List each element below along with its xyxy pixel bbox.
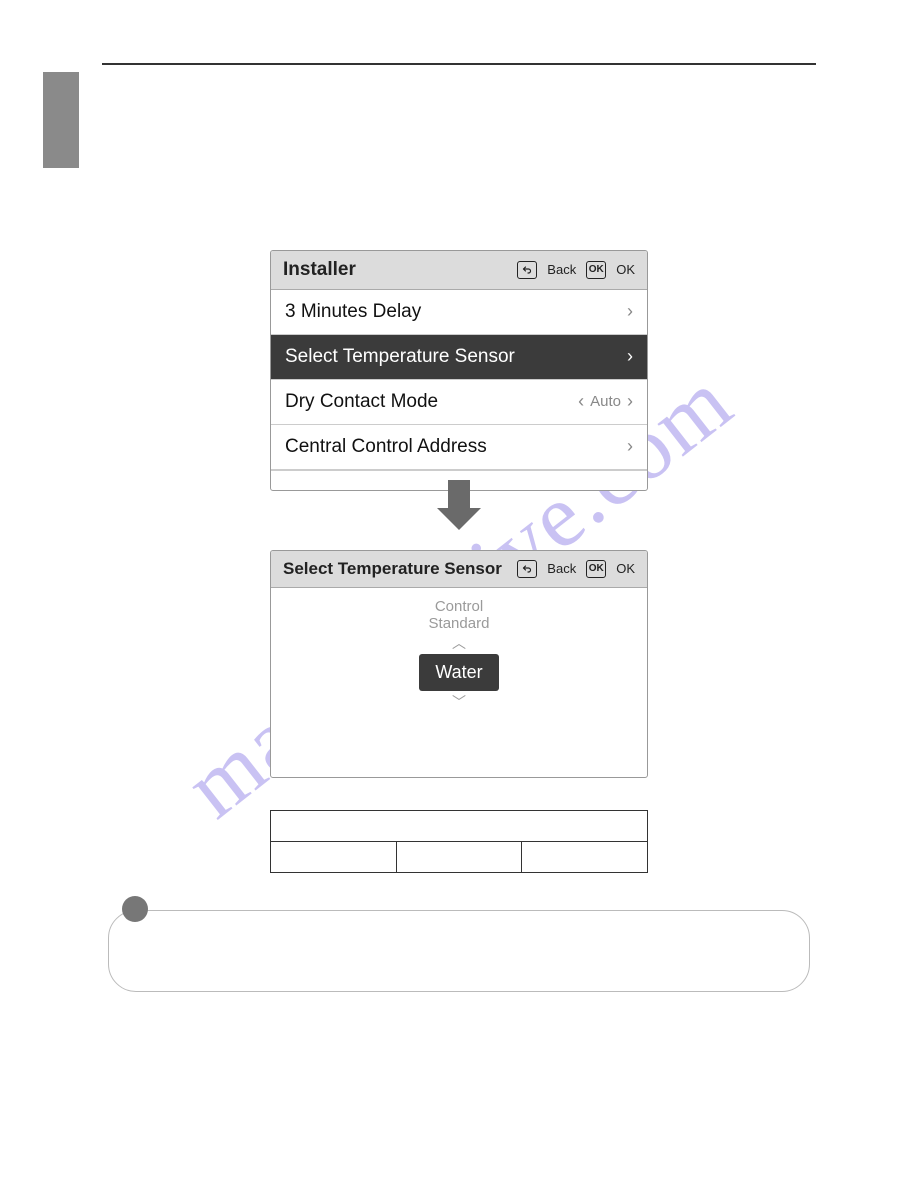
chevron-right-icon: › [627, 301, 633, 322]
menu-item-label: 3 Minutes Delay [285, 301, 421, 323]
ok-key-icon[interactable]: OK [586, 560, 606, 578]
note-bullet-icon [122, 896, 148, 922]
back-label: Back [547, 561, 576, 576]
caret-up-icon[interactable]: ︿ [452, 636, 466, 650]
menu-item-central-control-address[interactable]: Central Control Address › [271, 425, 647, 470]
note-callout [108, 910, 810, 992]
control-standard-line1: Control [435, 598, 483, 615]
table-cell [271, 842, 397, 872]
back-key-icon[interactable] [517, 560, 537, 578]
menu-item-dry-contact-mode[interactable]: Dry Contact Mode ‹ Auto › [271, 380, 647, 425]
sensor-title: Select Temperature Sensor [283, 559, 517, 579]
table-row [271, 842, 647, 872]
menu-item-label: Dry Contact Mode [285, 391, 438, 413]
ok-key-icon[interactable]: OK [586, 261, 606, 279]
ok-label: OK [616, 262, 635, 277]
caret-down-icon[interactable]: ﹀ [452, 695, 466, 709]
installer-title: Installer [283, 259, 517, 281]
header-rule [102, 63, 816, 65]
table-header-cell [271, 811, 647, 841]
back-label: Back [547, 262, 576, 277]
control-standard-label: Control Standard [429, 598, 490, 633]
menu-item-value: Auto [590, 393, 621, 410]
value-table [270, 810, 648, 873]
chevron-right-icon: › [627, 346, 633, 367]
table-cell [397, 842, 523, 872]
selected-sensor-value[interactable]: Water [419, 654, 498, 691]
menu-item-label: Central Control Address [285, 436, 487, 458]
sensor-selector-body: Control Standard ︿ Water ﹀ [271, 588, 647, 710]
installer-panel-header: Installer Back OK OK [271, 251, 647, 290]
chevron-right-icon[interactable]: › [627, 391, 633, 412]
table-header-row [271, 811, 647, 842]
sensor-panel-header: Select Temperature Sensor Back OK OK [271, 551, 647, 588]
installer-menu-list: 3 Minutes Delay › Select Temperature Sen… [271, 290, 647, 490]
select-temperature-sensor-panel: Select Temperature Sensor Back OK OK Con… [270, 550, 648, 778]
back-key-icon[interactable] [517, 261, 537, 279]
table-cell [522, 842, 647, 872]
chevron-left-icon[interactable]: ‹ [578, 391, 584, 412]
side-tab-bookmark [43, 72, 79, 168]
menu-item-select-temperature-sensor[interactable]: Select Temperature Sensor › [271, 335, 647, 380]
ok-label: OK [616, 561, 635, 576]
control-standard-line2: Standard [429, 615, 490, 632]
chevron-right-icon: › [627, 436, 633, 457]
arrow-down-icon [437, 480, 481, 530]
menu-item-3-minutes-delay[interactable]: 3 Minutes Delay › [271, 290, 647, 335]
installer-panel: Installer Back OK OK 3 Minutes Delay › S… [270, 250, 648, 491]
menu-item-label: Select Temperature Sensor [285, 346, 515, 368]
